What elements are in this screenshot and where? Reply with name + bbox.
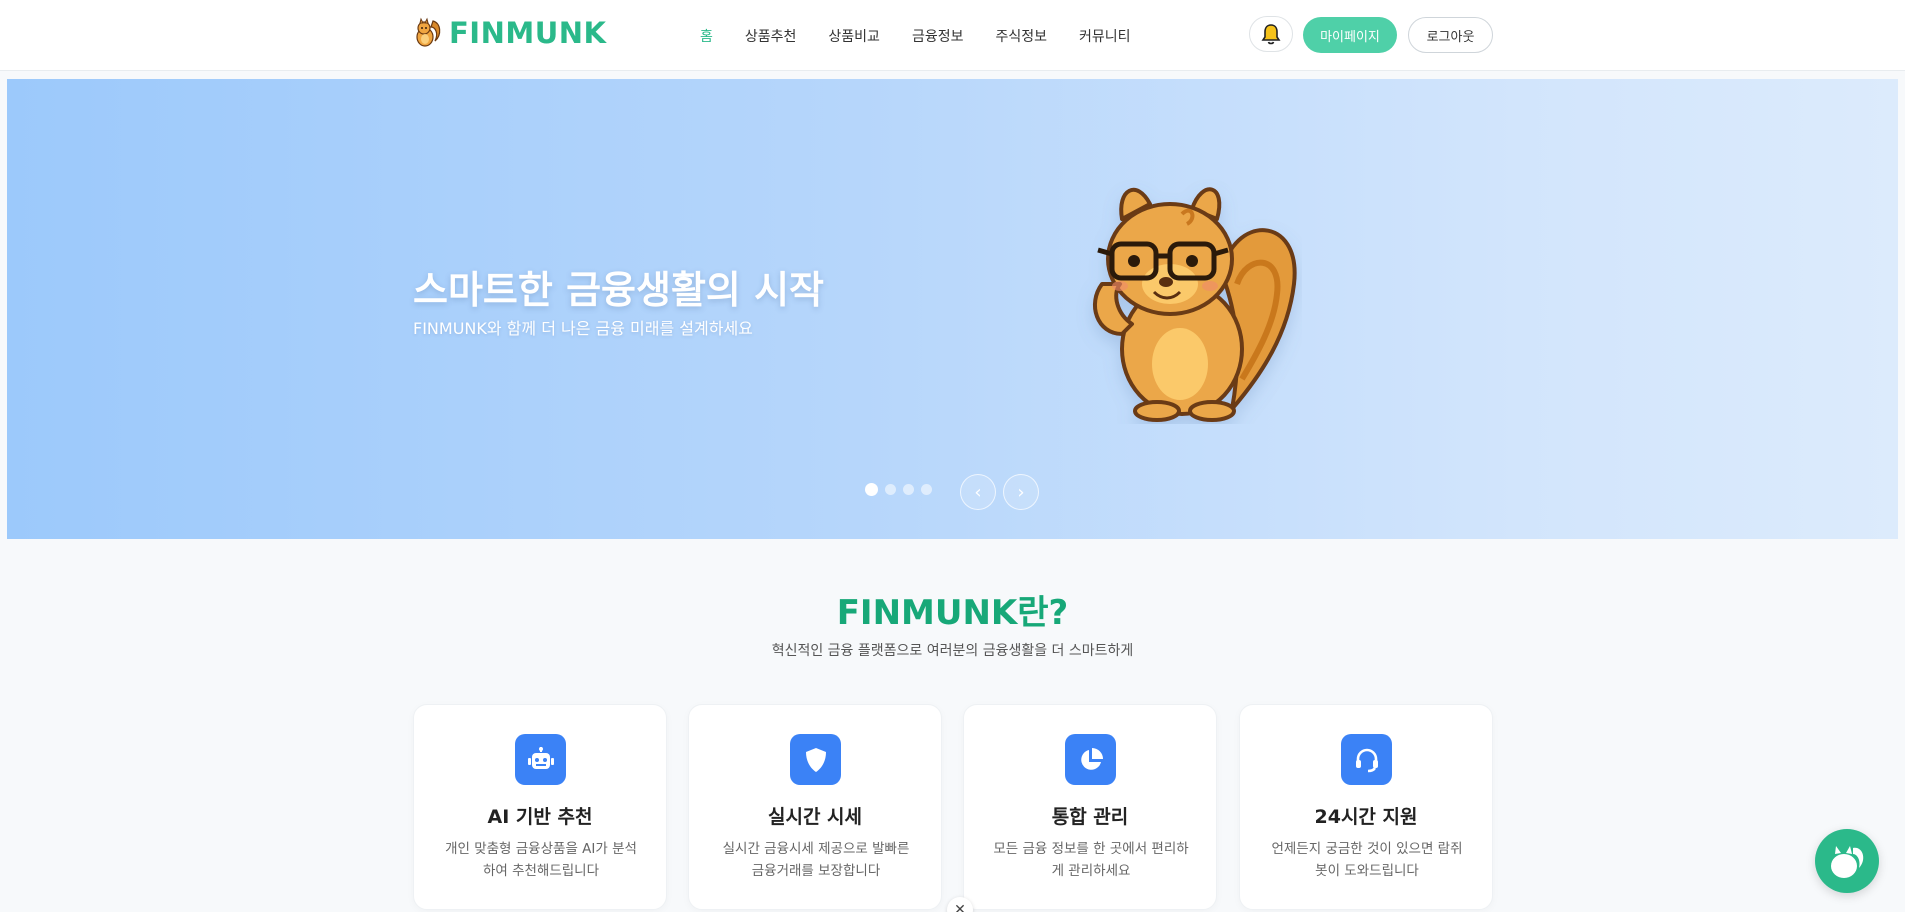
feature-desc: 언제든지 궁금한 것이 있으면 람쥐봇이 도와드립니다 (1271, 841, 1463, 879)
chatbot-button[interactable] (1815, 829, 1879, 893)
hero-banner: 스마트한 금융생활의 시작 FINMUNK와 함께 더 나은 금융 미래를 설계… (7, 79, 1898, 539)
carousel-dot-4[interactable] (921, 484, 932, 495)
carousel-prev-button[interactable]: ‹ (960, 474, 996, 510)
logout-button[interactable]: 로그아웃 (1408, 17, 1493, 53)
carousel-dot-2[interactable] (885, 484, 896, 495)
robot-icon (515, 734, 566, 785)
nav-community[interactable]: 커뮤니티 (1079, 26, 1131, 46)
nav-home[interactable]: 홈 (700, 26, 713, 46)
squirrel-logo-icon (416, 17, 441, 47)
hero-subtitle: FINMUNK와 함께 더 나은 금융 미래를 설계하세요 (413, 319, 753, 338)
shield-icon (790, 734, 841, 785)
feature-card-support[interactable]: 24시간 지원 언제든지 궁금한 것이 있으면 람쥐봇이 도와드립니다 (1239, 704, 1493, 910)
feature-desc: 모든 금융 정보를 한 곳에서 편리하게 관리하세요 (993, 841, 1189, 879)
headset-icon (1341, 734, 1392, 785)
pie-chart-icon (1065, 734, 1116, 785)
hero-title: 스마트한 금융생활의 시작 (413, 268, 825, 312)
feature-desc: 실시간 금융시세 제공으로 발빠른 금융거래를 보장합니다 (722, 841, 910, 879)
notification-button[interactable] (1249, 16, 1293, 52)
top-header: FINMUNK 홈 상품추천 상품비교 금융정보 주식정보 커뮤니티 마이페이지… (0, 0, 1905, 71)
nav-finance-info[interactable]: 금융정보 (912, 26, 964, 46)
nav-product-recommend[interactable]: 상품추천 (745, 26, 797, 46)
nav-product-compare[interactable]: 상품비교 (828, 26, 880, 46)
logo-text: FINMUNK (449, 16, 607, 50)
carousel-dot-3[interactable] (903, 484, 914, 495)
carousel-indicators (865, 483, 932, 496)
nav-stock-info[interactable]: 주식정보 (995, 26, 1047, 46)
feature-card-realtime[interactable]: 실시간 시세 실시간 금융시세 제공으로 발빠른 금융거래를 보장합니다 (688, 704, 942, 910)
logo[interactable]: FINMUNK (413, 16, 607, 50)
feature-title: 실시간 시세 (767, 806, 862, 828)
feature-desc: 개인 맞춤형 금융상품을 AI가 분석하여 추천해드립니다 (445, 841, 637, 879)
bell-icon (1261, 24, 1281, 45)
carousel-next-button[interactable]: › (1003, 474, 1039, 510)
main-nav: 홈 상품추천 상품비교 금융정보 주식정보 커뮤니티 (700, 0, 1131, 71)
feature-title: 통합 관리 (1051, 806, 1129, 828)
feature-title: 24시간 지원 (1314, 806, 1418, 828)
carousel-dot-1[interactable] (865, 483, 878, 496)
about-title: FINMUNK란? (836, 593, 1069, 633)
feature-card-ai[interactable]: AI 기반 추천 개인 맞춤형 금융상품을 AI가 분석하여 추천해드립니다 (413, 704, 667, 910)
about-subtitle: 혁신적인 금융 플랫폼으로 여러분의 금융생활을 더 스마트하게 (771, 643, 1134, 659)
squirrel-chat-icon (1831, 846, 1864, 878)
feature-title: AI 기반 추천 (487, 806, 593, 828)
feature-card-integrated[interactable]: 통합 관리 모든 금융 정보를 한 곳에서 편리하게 관리하세요 (963, 704, 1217, 910)
mypage-button[interactable]: 마이페이지 (1303, 17, 1397, 53)
squirrel-mascot-image (1092, 187, 1297, 422)
